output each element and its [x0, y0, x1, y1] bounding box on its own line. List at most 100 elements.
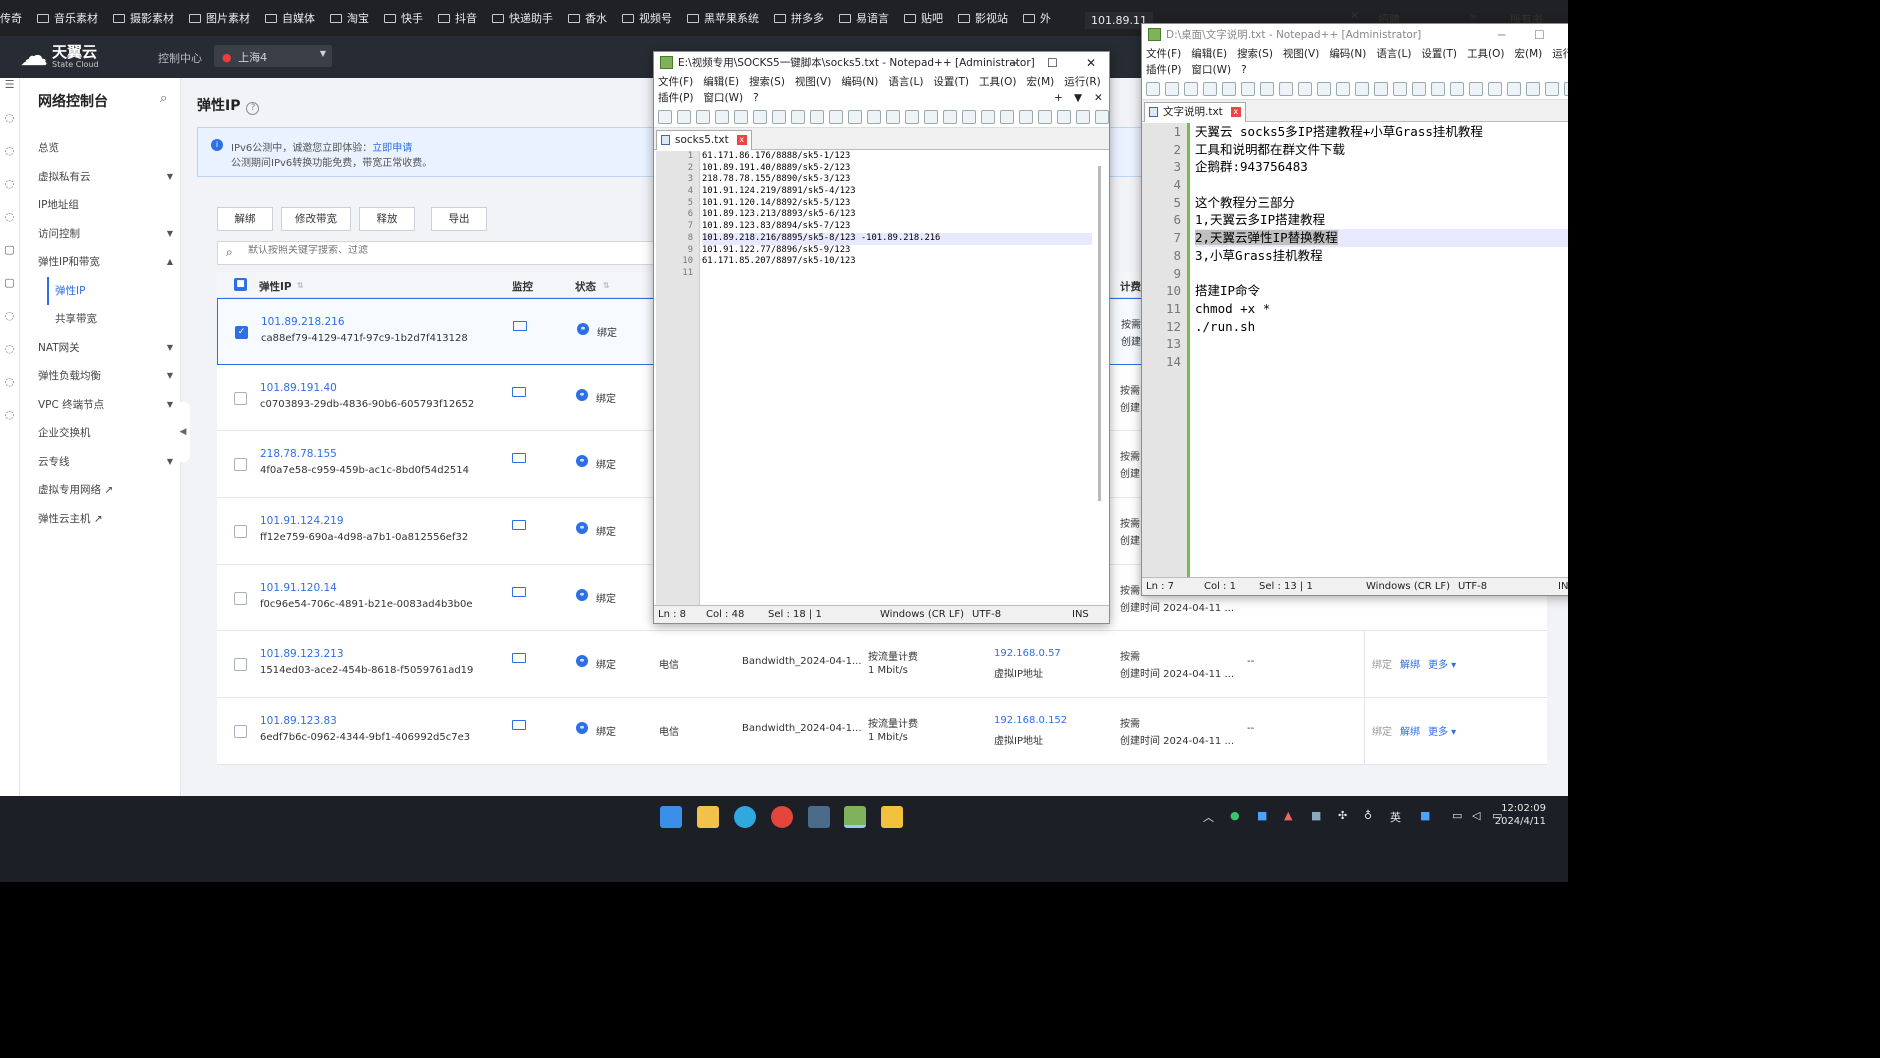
menu-item[interactable]: 插件(P) [658, 92, 694, 104]
sidebar-item[interactable]: IP地址组 [38, 191, 173, 220]
row-checkbox[interactable] [234, 458, 247, 472]
sidebar-item[interactable]: 云专线 ▼ [38, 448, 173, 477]
edge-browser-icon[interactable] [734, 806, 756, 828]
toolbar-button-icon[interactable] [1431, 81, 1445, 96]
unbind-button[interactable]: 解绑 [217, 207, 273, 231]
close-tab-icon[interactable]: x [736, 135, 747, 145]
logo[interactable]: ☁ 天翼云 State Cloud [20, 42, 99, 70]
close-tab-icon[interactable]: x [1230, 107, 1241, 117]
toolbar-button-icon[interactable] [1355, 81, 1369, 96]
menu-item[interactable]: 编辑(E) [703, 76, 739, 88]
toolbar-button-icon[interactable] [1317, 81, 1331, 96]
more-actions-dropdown[interactable]: 更多 ▾ [1428, 660, 1456, 671]
toolbar-button-icon[interactable] [905, 109, 919, 124]
private-ip-link[interactable]: 192.168.0.152 [994, 715, 1067, 726]
app-tray-icon[interactable]: ■ [1311, 809, 1321, 822]
service-icon[interactable]: ◌ [0, 210, 19, 243]
toolbar-button-icon[interactable] [943, 109, 957, 124]
menu-item[interactable]: 运行(R) [1064, 76, 1101, 88]
search-icon[interactable]: ⌕ [160, 91, 167, 106]
minimize-button[interactable]: ─ [1498, 24, 1505, 46]
menu-extra-plus[interactable]: + [1054, 90, 1063, 106]
menu-item[interactable]: 设置(T) [933, 76, 969, 88]
toolbar-button-icon[interactable] [734, 109, 748, 124]
column-header-status[interactable]: 状态 [575, 279, 596, 294]
menu-item[interactable]: 编辑(E) [1191, 48, 1227, 60]
bookmark-item[interactable]: 黑苹果系统 [687, 10, 759, 26]
monitor-icon[interactable] [513, 321, 527, 331]
service-icon[interactable]: ▢ [0, 243, 19, 276]
menu-item[interactable]: 视图(V) [795, 76, 831, 88]
unbind-action[interactable]: 解绑 [1400, 727, 1420, 738]
bookmark-item[interactable]: 淘宝 [330, 10, 369, 26]
service-icon[interactable]: ◌ [0, 408, 19, 441]
help-icon[interactable]: ? [246, 102, 260, 115]
menu-item[interactable]: ? [1241, 64, 1247, 76]
row-checkbox[interactable] [234, 725, 247, 739]
close-doc-icon[interactable]: ✕ [1094, 90, 1103, 106]
bookmark-item[interactable]: 外 [1023, 10, 1051, 26]
sidebar-item[interactable]: 访问控制 ▼ [38, 220, 173, 249]
tab-readme[interactable]: 文字说明.txt x [1144, 102, 1246, 122]
toolbar-button-icon[interactable] [715, 109, 729, 124]
window-titlebar[interactable]: E:\视频专用\SOCKS5一键脚本\socks5.txt - Notepad+… [654, 52, 1109, 74]
toolbar-button-icon[interactable] [1095, 109, 1109, 124]
input-language-indicator[interactable]: 英 [1390, 809, 1401, 825]
toolbar-button-icon[interactable] [1564, 81, 1568, 96]
close-icon[interactable]: ✕ [1350, 9, 1359, 22]
modify-bandwidth-button[interactable]: 修改带宽 [281, 207, 351, 231]
window-titlebar[interactable]: D:\桌面\文字说明.txt - Notepad++ [Administrato… [1142, 24, 1568, 46]
maximize-button[interactable]: ☐ [1047, 52, 1058, 74]
speaker-icon[interactable]: ◁ [1472, 809, 1480, 822]
menu-item[interactable]: 语言(L) [1376, 48, 1411, 60]
toolbar-button-icon[interactable] [1469, 81, 1483, 96]
bookmark-item[interactable]: 拼多多 [774, 10, 824, 26]
toolbar-button-icon[interactable] [1260, 81, 1274, 96]
toolbar-button-icon[interactable] [1393, 81, 1407, 96]
row-checkbox[interactable] [234, 391, 247, 405]
sidebar-item[interactable]: NAT网关 ▼ [38, 334, 173, 363]
menu-item[interactable]: 设置(T) [1421, 48, 1457, 60]
menu-item[interactable]: 窗口(W) [1192, 64, 1232, 76]
select-all-checkbox[interactable]: ■ [234, 278, 247, 291]
service-icon[interactable]: ◌ [0, 144, 19, 177]
sort-icon[interactable]: ⇅ [297, 281, 304, 290]
bookmark-item[interactable]: 图片素材 [189, 10, 250, 26]
eip-address-link[interactable]: 218.78.78.155 [260, 448, 337, 460]
toolbar-button-icon[interactable] [753, 109, 767, 124]
app-tray-icon[interactable]: ▲ [1284, 809, 1292, 822]
toolbar-button-icon[interactable] [1057, 109, 1071, 124]
row-checkbox[interactable] [234, 591, 247, 605]
text-editor[interactable]: 1 2 3 4 5 6 7 8 9 10 11 12 13 14 天翼云 socks5多IP搭建教程+小草… [1142, 123, 1568, 578]
toolbar-button-icon[interactable] [1000, 109, 1014, 124]
toolbar-button-icon[interactable] [1146, 81, 1160, 96]
toolbar-button-icon[interactable] [962, 109, 976, 124]
bookmark-item[interactable]: 摄影素材 [113, 10, 174, 26]
toolbar-button-icon[interactable] [677, 109, 691, 124]
toolbar-button-icon[interactable] [658, 109, 672, 124]
sidebar-item[interactable]: 总览 [38, 134, 173, 163]
release-button[interactable]: 释放 [359, 207, 415, 231]
monitor-icon[interactable] [512, 720, 526, 731]
region-select[interactable]: ● 上海4 ▼ [214, 45, 332, 67]
bookmark-item[interactable]: 视频号 [622, 10, 672, 26]
notepadpp-taskbar-icon[interactable] [844, 806, 866, 828]
bookmark-item[interactable]: 影视站 [958, 10, 1008, 26]
eip-address-link[interactable]: 101.89.191.40 [260, 382, 337, 394]
toolbar-button-icon[interactable] [1203, 81, 1217, 96]
menu-icon[interactable]: ☰ [0, 78, 19, 111]
toolbar-button-icon[interactable] [1279, 81, 1293, 96]
start-icon[interactable] [660, 806, 682, 828]
monitor-icon[interactable] [512, 520, 526, 531]
toolbar-button-icon[interactable] [1374, 81, 1388, 96]
toolbar-button-icon[interactable] [981, 109, 995, 124]
vertical-scrollbar[interactable] [1098, 166, 1101, 501]
menu-item[interactable]: 编码(N) [841, 76, 878, 88]
toolbar-button-icon[interactable] [886, 109, 900, 124]
toolbar-button-icon[interactable] [867, 109, 881, 124]
sidebar-item[interactable]: 弹性负载均衡 ▼ [38, 362, 173, 391]
bind-action[interactable]: 绑定 [1372, 660, 1392, 671]
menu-item[interactable]: 编码(N) [1329, 48, 1366, 60]
sidebar-item[interactable]: 共享带宽 [38, 305, 173, 334]
eip-address-link[interactable]: 101.91.120.14 [260, 582, 337, 594]
